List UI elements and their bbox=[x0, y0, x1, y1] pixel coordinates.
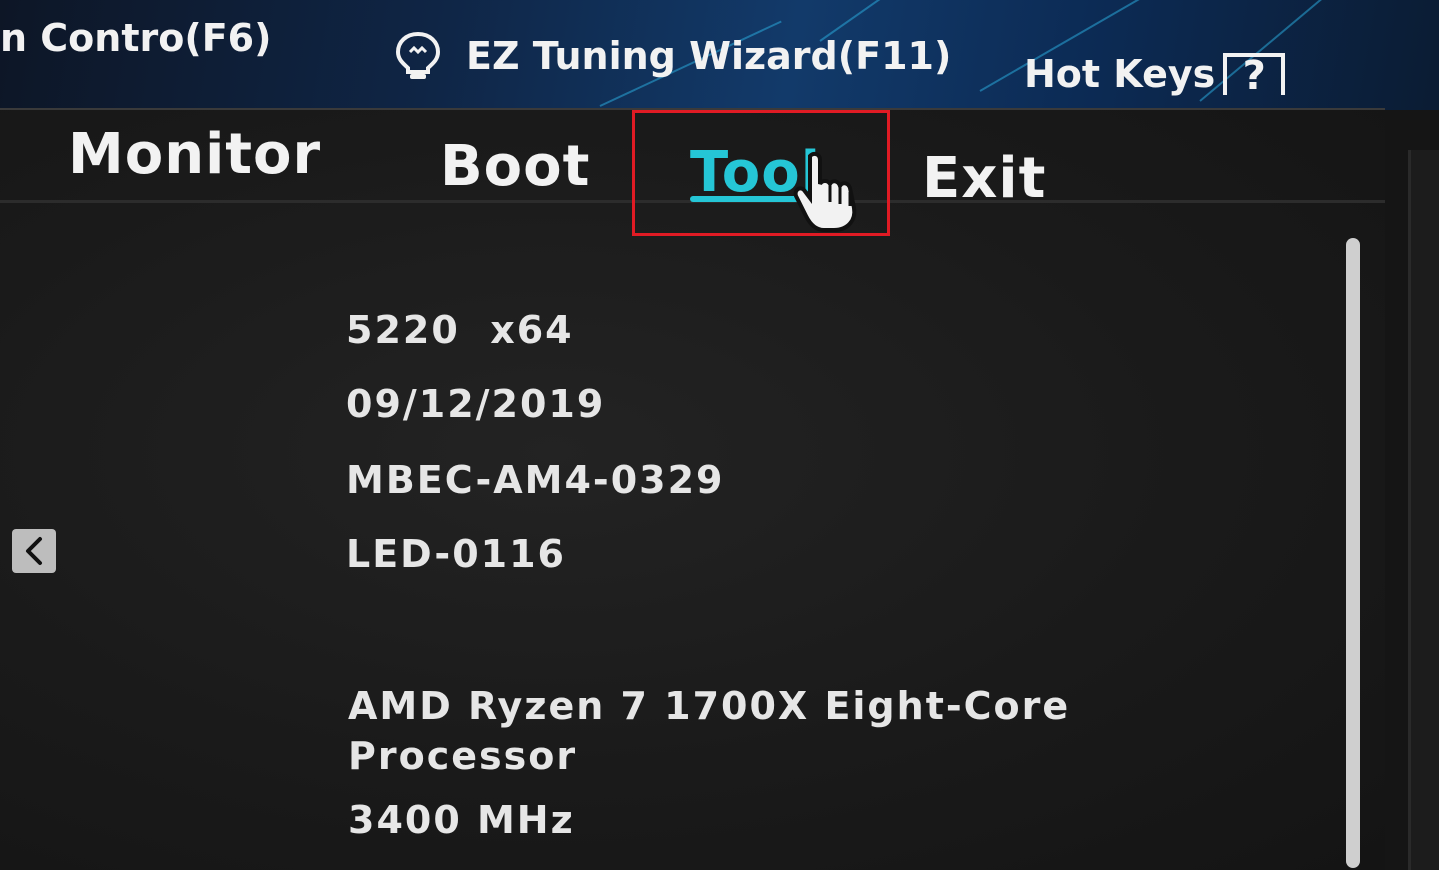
cpu-speed-value: 3400 MHz bbox=[348, 798, 575, 842]
fan-control-label: n Contro(F6) bbox=[0, 16, 272, 60]
question-mark-icon: ? bbox=[1223, 53, 1286, 99]
hand-pointer-icon bbox=[793, 151, 857, 232]
scrollbar[interactable] bbox=[1346, 238, 1360, 868]
bios-version-value: 5220 x64 bbox=[346, 308, 574, 352]
top-bar: n Contro(F6) EZ Tuning Wizard(F11) Hot K… bbox=[0, 0, 1439, 110]
led-firmware-value: LED-0116 bbox=[346, 532, 566, 576]
lightbulb-icon bbox=[395, 31, 441, 79]
tab-exit[interactable]: Exit bbox=[922, 146, 1046, 211]
chevron-left-icon bbox=[26, 537, 42, 565]
right-side-panel bbox=[1408, 150, 1439, 870]
hot-keys-label: Hot Keys bbox=[1024, 52, 1216, 96]
hot-keys-button[interactable]: Hot Keys ? bbox=[1024, 52, 1286, 99]
ez-tuning-wizard-button[interactable]: EZ Tuning Wizard(F11) bbox=[392, 30, 951, 82]
tab-monitor[interactable]: Monitor bbox=[68, 122, 321, 187]
tab-boot[interactable]: Boot bbox=[440, 134, 590, 199]
build-date-value: 09/12/2019 bbox=[346, 382, 606, 426]
cpu-name-value-continued: Processor bbox=[348, 734, 578, 778]
ez-tuning-wizard-label: EZ Tuning Wizard(F11) bbox=[466, 34, 952, 78]
fan-control-button[interactable]: n Contro(F6) bbox=[0, 16, 271, 60]
back-button[interactable] bbox=[12, 529, 56, 573]
ec-version-value: MBEC-AM4-0329 bbox=[346, 458, 725, 502]
cpu-name-value: AMD Ryzen 7 1700X Eight-Core bbox=[348, 684, 1071, 728]
